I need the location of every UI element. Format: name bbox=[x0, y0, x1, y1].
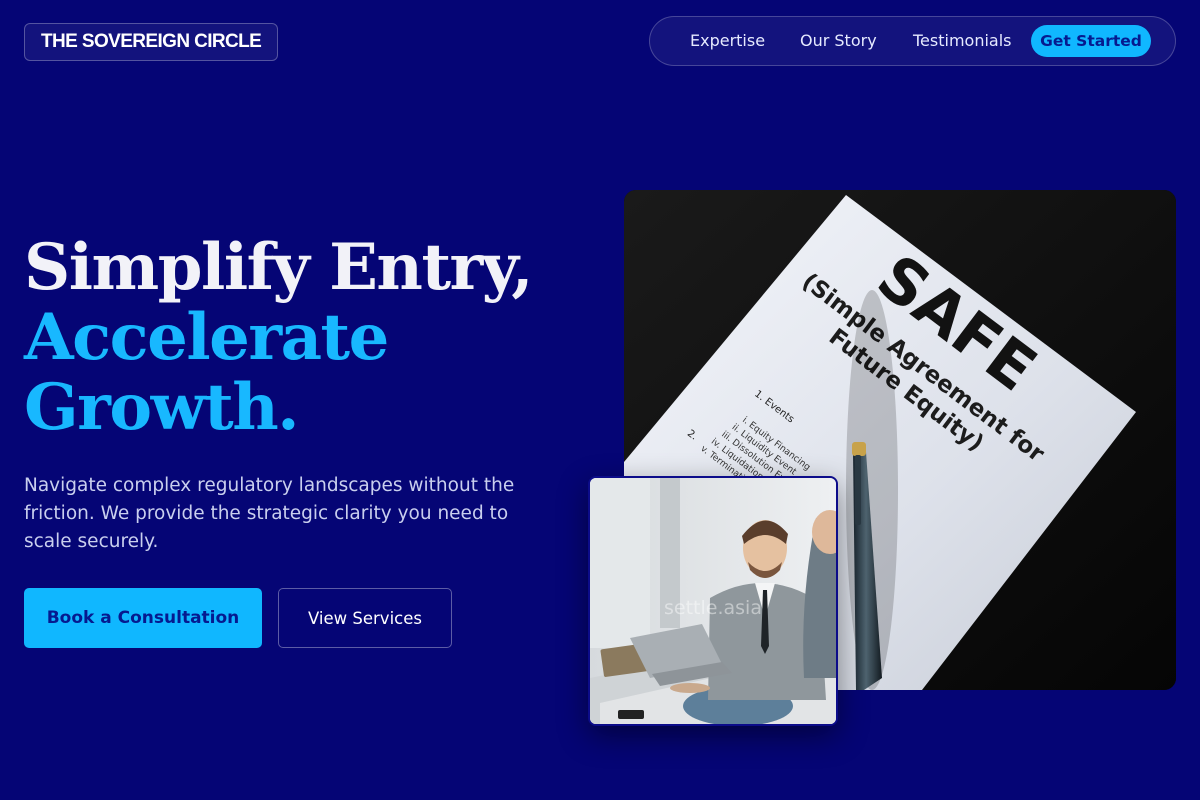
pen bbox=[846, 290, 898, 690]
hero-subtitle: Navigate complex regulatory landscapes w… bbox=[24, 475, 515, 552]
meeting-illustration: settle.asia bbox=[590, 478, 836, 724]
photo-watermark: settle.asia bbox=[664, 597, 762, 619]
hero-headline: Simplify Entry, Accelerate Growth. bbox=[24, 230, 534, 445]
book-consultation-button[interactable]: Book a Consultation bbox=[24, 588, 262, 648]
nav-item-testimonials[interactable]: Testimonials bbox=[913, 17, 1012, 65]
main-nav: Expertise Our Story Testimonials Get Sta… bbox=[649, 16, 1176, 66]
business-meeting-photo: settle.asia bbox=[588, 476, 838, 726]
get-started-button[interactable]: Get Started bbox=[1031, 25, 1151, 57]
headline-line-1: Simplify Entry, bbox=[24, 230, 534, 305]
headline-line-2: Accelerate bbox=[24, 300, 389, 375]
headline-line-3: Growth. bbox=[24, 370, 300, 445]
brand-logo[interactable]: THE SOVEREIGN CIRCLE bbox=[24, 23, 279, 61]
view-services-button[interactable]: View Services bbox=[278, 588, 452, 648]
nav-item-expertise[interactable]: Expertise bbox=[690, 17, 765, 65]
nav-item-our-story[interactable]: Our Story bbox=[800, 17, 877, 65]
